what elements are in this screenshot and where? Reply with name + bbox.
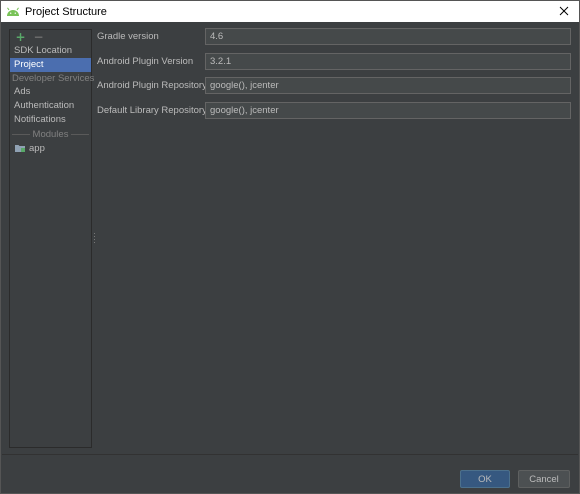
library-repository-row: Default Library Repository	[97, 102, 575, 119]
close-icon[interactable]	[557, 4, 571, 18]
plugin-version-row: Android Plugin Version	[97, 53, 575, 70]
window-title: Project Structure	[25, 5, 107, 18]
library-repository-field[interactable]	[205, 102, 571, 119]
plugin-version-field[interactable]	[205, 53, 571, 70]
title-bar: Project Structure	[1, 1, 579, 22]
sidebar: + − SDK Location Project Developer Servi…	[9, 29, 95, 448]
sidebar-item-project[interactable]: Project	[10, 58, 91, 72]
module-folder-icon	[15, 144, 25, 152]
modules-header: Modules	[32, 128, 69, 140]
gradle-version-field[interactable]	[205, 28, 571, 45]
remove-icon[interactable]: −	[32, 31, 45, 44]
gradle-version-label: Gradle version	[97, 31, 159, 42]
divider-line	[12, 133, 30, 135]
add-icon[interactable]: +	[14, 31, 27, 44]
plugin-repository-field[interactable]	[205, 77, 571, 94]
sidebar-toolbar: + −	[10, 30, 91, 44]
footer-divider	[2, 454, 578, 455]
module-item-app[interactable]: app	[10, 141, 91, 155]
module-label: app	[29, 142, 45, 154]
developer-services-header: Developer Services	[12, 73, 95, 84]
plugin-repository-row: Android Plugin Repository	[97, 77, 575, 94]
sidebar-item-notifications[interactable]: Notifications	[10, 113, 91, 127]
gradle-version-row: Gradle version	[97, 28, 575, 45]
cancel-button[interactable]: Cancel	[518, 470, 570, 488]
splitter-handle[interactable]	[94, 233, 96, 243]
sidebar-item-sdk-location[interactable]: SDK Location	[10, 44, 91, 58]
android-icon	[6, 7, 20, 17]
plugin-repository-label: Android Plugin Repository	[97, 80, 207, 91]
ok-button[interactable]: OK	[460, 470, 510, 488]
modules-divider: Modules	[10, 127, 91, 141]
library-repository-label: Default Library Repository	[97, 105, 207, 116]
divider-line	[71, 133, 90, 135]
plugin-version-label: Android Plugin Version	[97, 56, 194, 67]
sidebar-item-authentication[interactable]: Authentication	[10, 99, 91, 113]
project-structure-dialog: Project Structure + − SDK Location Proje…	[0, 0, 580, 494]
sidebar-item-ads[interactable]: Ads	[10, 85, 91, 99]
